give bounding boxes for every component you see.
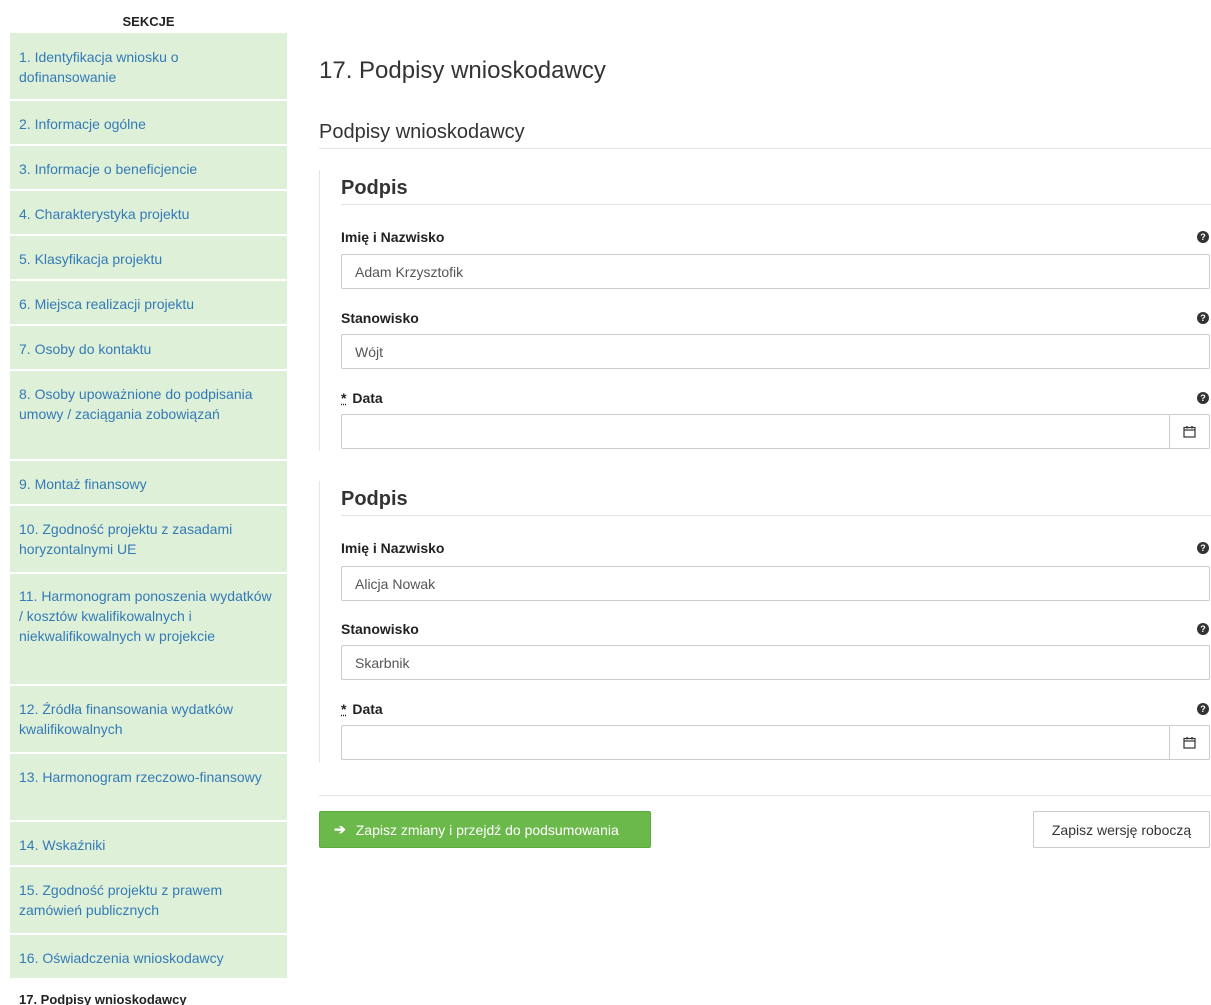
help-icon[interactable]: ?	[1197, 542, 1209, 554]
sections-list: 1. Identyfikacja wniosku o dofinansowani…	[10, 33, 287, 1005]
sidebar-item-zrodla-finansowania[interactable]: 12. Źródła finansowania wydatków kwalifi…	[10, 686, 287, 752]
sidebar-item-beneficjent[interactable]: 3. Informacje o beneficjencie	[10, 146, 287, 189]
main-content: 17. Podpisy wnioskodawcy Podpisy wniosko…	[319, 0, 1211, 1005]
name-field[interactable]	[341, 566, 1210, 601]
signature-border	[319, 170, 320, 451]
sidebar-title: SEKCJE	[10, 0, 287, 33]
signature-title: Podpis	[341, 488, 408, 511]
footer-divider	[319, 795, 1211, 796]
help-icon[interactable]: ?	[1197, 312, 1209, 324]
section-divider	[319, 148, 1211, 149]
position-label: Stanowisko	[341, 621, 419, 637]
sidebar-item-klasyfikacja[interactable]: 5. Klasyfikacja projektu	[10, 236, 287, 279]
sidebar-item-identyfikacja[interactable]: 1. Identyfikacja wniosku o dofinansowani…	[10, 33, 287, 99]
name-field[interactable]	[341, 254, 1210, 289]
sidebar-item-charakterystyka[interactable]: 4. Charakterystyka projektu	[10, 191, 287, 234]
sidebar-item-miejsca-realizacji[interactable]: 6. Miejsca realizacji projektu	[10, 281, 287, 324]
arrow-right-icon: ➔	[334, 821, 346, 838]
calendar-button[interactable]	[1169, 414, 1210, 449]
sidebar-item-harmonogram-rzeczowo[interactable]: 13. Harmonogram rzeczowo-finansowy	[10, 754, 287, 820]
sidebar-item-zgodnosc-horyzontalne[interactable]: 10. Zgodność projektu z zasadami horyzon…	[10, 506, 287, 572]
date-label-text: Data	[352, 390, 382, 406]
sidebar-item-podpisy-active[interactable]: 17. Podpisy wnioskodawcy	[10, 986, 287, 1005]
date-label: * Data	[341, 701, 383, 717]
date-label-text: Data	[352, 701, 382, 717]
name-label: Imię i Nazwisko	[341, 540, 444, 556]
help-icon[interactable]: ?	[1197, 231, 1209, 243]
required-marker: *	[341, 390, 346, 406]
date-field[interactable]	[341, 725, 1169, 760]
section-title: Podpisy wnioskodawcy	[319, 121, 525, 144]
sidebar-item-zamowienia-publiczne[interactable]: 15. Zgodność projektu z prawem zamówień …	[10, 867, 287, 933]
sidebar-item-wskazniki[interactable]: 14. Wskaźniki	[10, 822, 287, 865]
signature-block-2: Podpis Imię i Nazwisko ? Stanowisko ? * …	[319, 481, 1211, 762]
signature-title: Podpis	[341, 177, 408, 200]
calendar-icon	[1183, 736, 1196, 749]
date-label: * Data	[341, 390, 383, 406]
help-icon[interactable]: ?	[1197, 703, 1209, 715]
sidebar-item-osoby-upowaznione[interactable]: 8. Osoby upoważnione do podpisania umowy…	[10, 371, 287, 459]
help-icon[interactable]: ?	[1197, 392, 1209, 404]
signature-block-1: Podpis Imię i Nazwisko ? Stanowisko ? * …	[319, 170, 1211, 451]
name-label: Imię i Nazwisko	[341, 229, 444, 245]
signature-border	[319, 481, 320, 762]
position-label: Stanowisko	[341, 310, 419, 326]
signature-divider	[341, 204, 1211, 205]
page-title: 17. Podpisy wnioskodawcy	[319, 57, 606, 85]
calendar-icon	[1183, 425, 1196, 438]
date-field[interactable]	[341, 414, 1169, 449]
save-draft-button[interactable]: Zapisz wersję roboczą	[1033, 811, 1210, 848]
help-icon[interactable]: ?	[1197, 623, 1209, 635]
sidebar-item-harmonogram-wydatkow[interactable]: 11. Harmonogram ponoszenia wydatków / ko…	[10, 574, 287, 684]
position-field[interactable]	[341, 334, 1210, 369]
sidebar-item-oswiadczenia[interactable]: 16. Oświadczenia wnioskodawcy	[10, 935, 287, 978]
save-and-continue-label: Zapisz zmiany i przejdź do podsumowania	[356, 822, 619, 838]
save-and-continue-button[interactable]: ➔ Zapisz zmiany i przejdź do podsumowani…	[319, 811, 651, 848]
sidebar-item-osoby-kontakt[interactable]: 7. Osoby do kontaktu	[10, 326, 287, 369]
sidebar-item-montaz-finansowy[interactable]: 9. Montaż finansowy	[10, 461, 287, 504]
position-field[interactable]	[341, 645, 1210, 680]
sidebar-item-informacje-ogolne[interactable]: 2. Informacje ogólne	[10, 101, 287, 144]
calendar-button[interactable]	[1169, 725, 1210, 760]
required-marker: *	[341, 701, 346, 717]
sections-sidebar: SEKCJE 1. Identyfikacja wniosku o dofina…	[10, 0, 287, 1005]
signature-divider	[341, 515, 1211, 516]
